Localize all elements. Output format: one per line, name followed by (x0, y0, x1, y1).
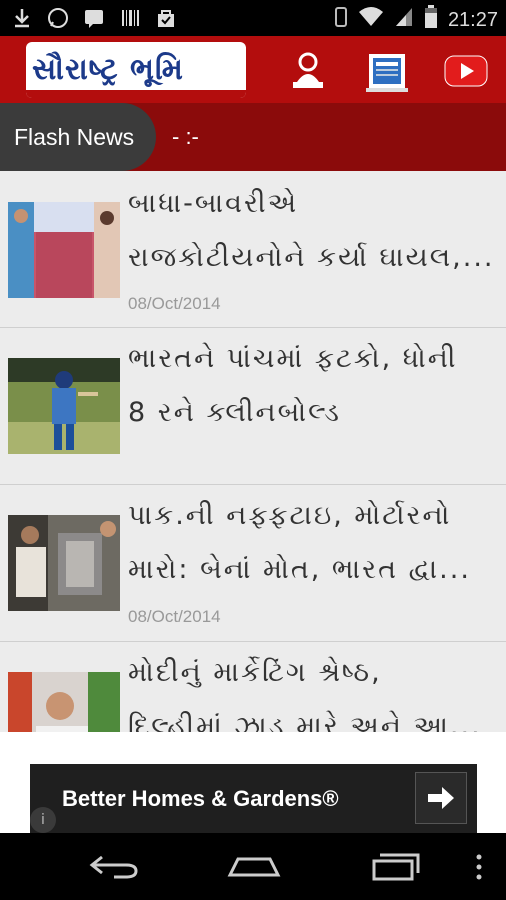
wifi-icon (358, 6, 384, 34)
article-title-line2: મારો: બેનાં મોત, ભારત દ્વા... (128, 554, 471, 585)
app-logo[interactable]: સૌરાષ્ટ્ર ભૂમિ (26, 42, 246, 98)
app-bar: સૌરાષ્ટ્ર ભૂમિ (0, 36, 506, 103)
news-paper-icon (366, 54, 408, 92)
article-title-line1: પાક.ની નફ્ફટાઇ, મોર્ટારનો (128, 500, 452, 531)
news-feed[interactable]: બાધા-બાવરીએ રાજકોટીયનોને કર્યા ઘાયલ,... … (0, 171, 506, 732)
article-date: 08/Oct/2014 (128, 607, 221, 626)
article-date: 08/Oct/2014 (128, 294, 221, 313)
flash-news-bar: Flash News - :- (0, 103, 506, 171)
article-thumbnail (8, 515, 120, 611)
article-title-line2: 8 રને ક્લીનબોલ્ડ (128, 397, 341, 428)
logo-text: સૌરાષ્ટ્ર ભૂમિ (32, 52, 184, 87)
ad-open-button[interactable] (415, 772, 467, 824)
status-bar: 21:27 (0, 0, 506, 36)
flash-news-ticker[interactable]: - :- (172, 103, 199, 171)
shopping-bag-icon (154, 6, 178, 30)
whatsapp-icon (46, 6, 70, 30)
back-icon[interactable] (88, 853, 140, 881)
youtube-button[interactable] (443, 48, 489, 94)
list-item[interactable]: મોદીનું માર્કેટિંગ શ્રેષ્ઠ, દિલ્હીમાં ઝા… (0, 642, 506, 732)
article-title-line1: ભારતને પાંચમાં ફટકો, ધોની (128, 343, 458, 374)
message-icon (82, 6, 106, 30)
epaper-button[interactable] (364, 48, 410, 94)
article-thumbnail (8, 358, 120, 454)
article-thumbnail (8, 202, 120, 298)
battery-icon (424, 5, 438, 35)
article-thumbnail (8, 672, 120, 732)
list-item[interactable]: બાધા-બાવરીએ રાજકોટીયનોને કર્યા ઘાયલ,... … (0, 171, 506, 328)
home-icon[interactable] (226, 855, 282, 879)
vibrate-icon (334, 6, 348, 34)
profile-icon (293, 52, 323, 88)
list-item[interactable]: પાક.ની નફ્ફટાઇ, મોર્ટારનો મારો: બેનાં મો… (0, 485, 506, 642)
article-title-line1: મોદીનું માર્કેટિંગ શ્રેષ્ઠ, (128, 657, 382, 688)
overflow-menu-icon[interactable] (474, 853, 484, 881)
flash-news-label: Flash News (0, 103, 156, 171)
barcode-icon (118, 6, 142, 30)
ad-text: Better Homes & Gardens® (62, 786, 339, 811)
profile-button[interactable] (285, 48, 331, 94)
arrow-right-icon (428, 787, 454, 809)
article-title-line2: રાજકોટીયનોને કર્યા ઘાયલ,... (128, 242, 495, 273)
logo-swoosh (26, 90, 246, 98)
clock: 21:27 (447, 9, 498, 31)
recent-apps-icon[interactable] (370, 851, 422, 881)
article-title-line2: દિલ્હીમાં ઝાડ મારે અને આ... (128, 711, 482, 732)
youtube-icon (444, 55, 488, 87)
signal-icon (394, 6, 414, 34)
ad-banner[interactable]: Better Homes & Gardens® i (30, 764, 477, 833)
download-icon (10, 6, 34, 30)
ad-container: Better Homes & Gardens® i (0, 732, 506, 833)
system-nav-bar (0, 833, 506, 900)
list-item[interactable]: ભારતને પાંચમાં ફટકો, ધોની 8 રને ક્લીનબોલ… (0, 328, 506, 485)
article-title-line1: બાધા-બાવરીએ (128, 188, 299, 219)
ad-info-icon[interactable]: i (30, 807, 56, 833)
